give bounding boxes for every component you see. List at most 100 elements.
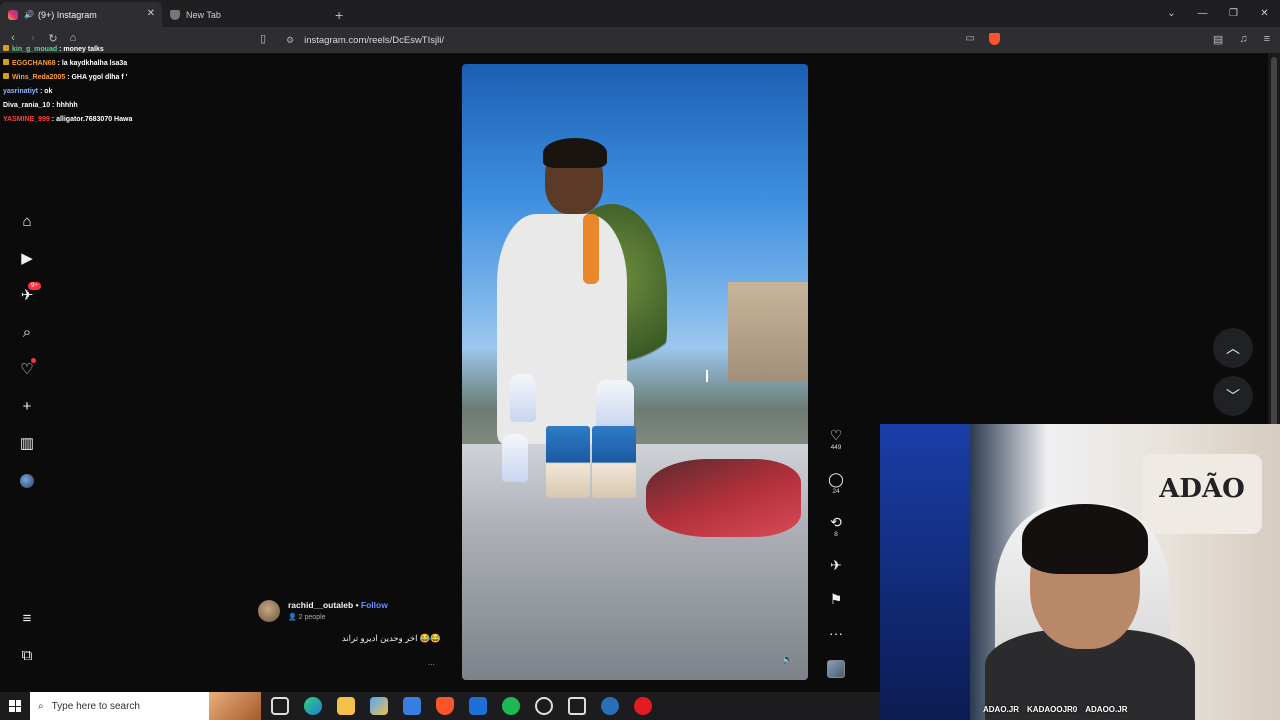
tab-title: (9+) Instagram: [37, 9, 97, 20]
caption-more[interactable]: ...: [428, 658, 435, 667]
next-reel-button[interactable]: ﹀: [1213, 376, 1253, 416]
edge-icon[interactable]: [304, 697, 322, 715]
repost-count: 8: [834, 531, 838, 538]
follow-button[interactable]: Follow: [361, 600, 388, 610]
chat-line: Wins_Reda2005 : GHA ygol dlha f ': [3, 71, 132, 85]
author-line: rachid__outaleb • Follow: [288, 600, 388, 610]
close-tab-icon[interactable]: ✕: [147, 8, 155, 19]
capcut-icon[interactable]: [568, 697, 586, 715]
close-window-button[interactable]: ✕: [1249, 8, 1280, 19]
sidebar-toggle-icon[interactable]: ▤: [1213, 33, 1223, 46]
brave-shield-icon: [170, 9, 180, 20]
chat-user: kin_g_mouad: [12, 46, 58, 53]
reel-caption: اخر وحدين اديرو تراند 😂😂: [341, 633, 441, 643]
tab-new-tab[interactable]: New Tab: [162, 2, 327, 27]
site-info-icon[interactable]: ⚙: [286, 35, 294, 46]
chevron-down-icon: ﹀: [1226, 388, 1240, 404]
address-bar[interactable]: ▯ ⚙ instagram.com/reels/DcEswTIsjli/ ▭: [260, 31, 1000, 49]
window-controls: ⌄ — ❐ ✕: [1156, 0, 1280, 27]
notification-dot: [31, 358, 36, 363]
tab-search-icon[interactable]: ⌄: [1156, 8, 1187, 19]
profile-nav[interactable]: [14, 470, 40, 492]
webcam-overlay: ADÃO: [880, 424, 1280, 720]
share-button[interactable]: ✈: [824, 556, 848, 574]
more-options-button[interactable]: ···: [824, 624, 848, 642]
tab-instagram[interactable]: 🔊 (9+) Instagram ✕: [0, 2, 162, 27]
send-icon: ✈: [830, 557, 842, 573]
menu-icon[interactable]: ≡: [1264, 33, 1270, 46]
store-icon[interactable]: [403, 697, 421, 715]
steam-icon[interactable]: [601, 697, 619, 715]
tab-strip: 🔊 (9+) Instagram ✕ New Tab + ⌄ — ❐ ✕: [0, 0, 1280, 27]
search-highlight-image: [209, 692, 261, 720]
instagram-favicon-icon: [8, 9, 18, 20]
media-icon[interactable]: ♫: [1239, 33, 1247, 46]
brave-taskbar-icon[interactable]: [436, 697, 454, 715]
dashboard-icon[interactable]: ▥: [14, 432, 40, 454]
author-avatar[interactable]: [258, 600, 280, 622]
file-explorer-icon[interactable]: [337, 697, 355, 715]
taskbar-search[interactable]: ⌕ Type here to search: [30, 692, 261, 720]
chat-text: hhhhh: [56, 102, 78, 109]
messages-nav-icon[interactable]: ✈ 9+: [14, 282, 41, 306]
repost-button[interactable]: ⟲ 8: [824, 513, 848, 539]
more-menu-icon[interactable]: ≡: [14, 607, 40, 629]
collab-people[interactable]: 👤 2 people: [288, 613, 326, 621]
create-plus-icon[interactable]: +: [14, 395, 40, 417]
copilot-icon[interactable]: [370, 697, 388, 715]
chat-user: EGGCHAN68: [12, 60, 56, 67]
instagram-handle: ADAOO.JR: [1085, 705, 1128, 714]
windows-taskbar: ⌕ Type here to search: [0, 692, 880, 720]
start-button[interactable]: [0, 692, 30, 720]
address-toolbar: ‹ › ↻ ⌂ ▯ ⚙ instagram.com/reels/DcEswTIs…: [0, 27, 1280, 53]
chat-text: GHA ygol dlha f ': [71, 74, 128, 81]
outlook-icon[interactable]: [469, 697, 487, 715]
chevron-up-icon: ︿: [1226, 340, 1240, 356]
youtube-handle: ADAO.JR: [983, 705, 1020, 714]
spotify-icon[interactable]: [502, 697, 520, 715]
search-icon: ⌕: [38, 700, 44, 712]
messages-badge: 9+: [28, 282, 41, 290]
comment-button[interactable]: ◯ 24: [824, 470, 848, 496]
chat-text: money talks: [63, 46, 104, 53]
task-view-icon[interactable]: [271, 697, 289, 715]
cast-icon[interactable]: ▭: [966, 33, 975, 45]
reel-video[interactable]: 🔈: [462, 64, 808, 680]
chatgpt-icon[interactable]: [535, 697, 553, 715]
chat-line: YASMINE_999 : alligator.7683070 Hawa: [3, 116, 133, 123]
chat-line: Diva_rania_10 : hhhhh: [3, 102, 78, 109]
ellipsis-icon: ···: [829, 625, 843, 641]
minimize-button[interactable]: —: [1187, 8, 1218, 19]
video-building: [728, 282, 808, 382]
youtube-icon[interactable]: [634, 697, 652, 715]
stream-socials: ADAO.JR KADAOOJR0 ADAOO.JR: [983, 705, 1127, 714]
previous-reel-button[interactable]: ︿: [1213, 328, 1253, 368]
heart-icon: ♡: [829, 427, 843, 443]
save-button[interactable]: ⚑: [824, 590, 848, 608]
person-icon: 👤: [288, 614, 299, 621]
volume-icon[interactable]: 🔈: [782, 654, 794, 666]
author-name[interactable]: rachid__outaleb: [288, 600, 353, 610]
also-from-meta-icon[interactable]: ⧉: [14, 644, 40, 666]
new-tab-button[interactable]: +: [327, 2, 351, 27]
reels-nav-icon[interactable]: ▶: [14, 247, 40, 269]
chat-line: EGGCHAN68 : la kaydkhalha lsa3a: [3, 57, 132, 71]
restore-button[interactable]: ❐: [1218, 8, 1249, 19]
bookmark-icon[interactable]: ▯: [260, 32, 266, 45]
video-chips-bag: [646, 459, 801, 537]
chat-user: yasrinatiyt: [3, 88, 39, 95]
comment-icon: ◯: [828, 471, 844, 487]
brave-shields-icon[interactable]: [989, 33, 1000, 45]
avatar: [20, 474, 34, 488]
audio-thumbnail[interactable]: [827, 660, 845, 678]
tab-title: New Tab: [186, 9, 221, 20]
chat-user: Diva_rania_10: [3, 102, 51, 109]
chat-text: ok: [44, 88, 53, 95]
like-button[interactable]: ♡ 449: [824, 426, 848, 452]
search-nav-icon[interactable]: ⌕: [14, 321, 40, 343]
people-count: 2 people: [298, 614, 326, 621]
chat-line: kin_g_mouad : money talks: [3, 43, 132, 57]
home-nav-icon[interactable]: ⌂: [14, 210, 40, 232]
mouse-cursor: [706, 370, 716, 382]
notifications-heart-icon[interactable]: ♡: [14, 358, 40, 380]
